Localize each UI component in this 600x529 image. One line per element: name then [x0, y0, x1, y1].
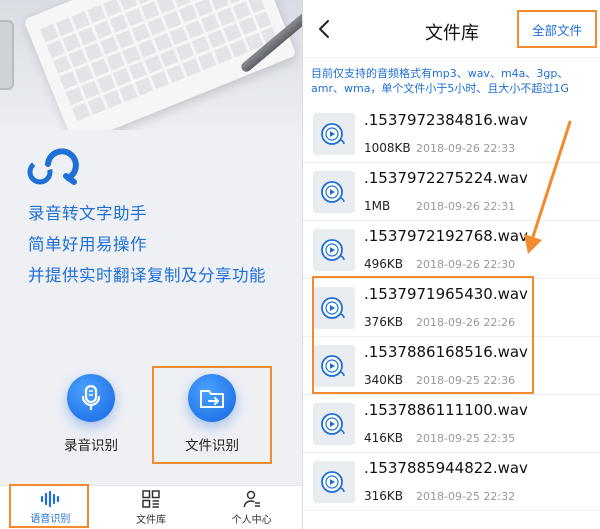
- tab-personal-center[interactable]: 个人中心: [201, 486, 302, 529]
- file-time: 2018-09-25 22:35: [416, 432, 516, 445]
- file-size: 1MB: [364, 199, 391, 213]
- file-time: 2018-09-26 22:31: [416, 200, 516, 213]
- file-name: .1537972275224.wav: [364, 169, 528, 187]
- annotation-arrow-icon: [524, 120, 572, 254]
- file-time: 2018-09-26 22:33: [416, 142, 516, 155]
- tab-file-library[interactable]: 文件库: [101, 486, 202, 529]
- format-notice: 目前仅支持的音频格式有mp3、wav、m4a、3gp、amr、wma，单个文件小…: [311, 67, 569, 95]
- highlight-box-voice-tab: [9, 484, 89, 528]
- all-files-button[interactable]: 全部文件: [517, 10, 597, 48]
- slogan-line-3: 并提供实时翻译复制及分享功能: [28, 266, 266, 285]
- highlight-box-files: [312, 276, 534, 394]
- file-recognition-label: 文件识别: [185, 438, 239, 454]
- navigation-bar: 文件库 全部文件: [303, 0, 600, 58]
- audio-file-icon: [313, 113, 355, 155]
- header-photo: [0, 0, 302, 130]
- home-screen: 录音转文字助手 简单好用易操作 并提供实时翻译复制及分享功能 录音识别 文件识别: [0, 0, 302, 529]
- file-row[interactable]: .1537886111100.wav 416KB 2018-09-25 22:35: [303, 395, 600, 453]
- file-recognition-button[interactable]: 文件识别: [152, 366, 272, 464]
- folder-arrow-icon: [188, 374, 236, 422]
- slogan-line-2: 简单好用易操作: [28, 235, 147, 254]
- tab-file-library-label: 文件库: [136, 514, 166, 526]
- audio-file-icon: [313, 171, 355, 213]
- file-name: .1537972384816.wav: [364, 111, 528, 129]
- grid-icon: [142, 489, 160, 508]
- file-name: .1537885944822.wav: [364, 459, 528, 477]
- audio-file-icon: [313, 461, 355, 503]
- app-logo-icon: [27, 148, 79, 185]
- audio-file-icon: [313, 403, 355, 445]
- file-size: 496KB: [364, 257, 404, 271]
- phone-image: [0, 20, 14, 90]
- file-name: .1537886111100.wav: [364, 401, 528, 419]
- audio-file-icon: [313, 229, 355, 271]
- record-recognition-button[interactable]: 录音识别: [56, 374, 126, 454]
- file-time: 2018-09-26 22:30: [416, 258, 516, 271]
- file-size: 416KB: [364, 431, 404, 445]
- file-name: .1537972192768.wav: [364, 227, 528, 245]
- file-size: 316KB: [364, 489, 404, 503]
- record-recognition-label: 录音识别: [64, 438, 118, 454]
- file-time: 2018-09-25 22:32: [416, 490, 516, 503]
- microphone-icon: [67, 374, 115, 422]
- tab-personal-center-label: 个人中心: [231, 514, 272, 526]
- person-icon: [243, 490, 260, 507]
- slogan-line-1: 录音转文字助手: [28, 204, 147, 223]
- file-row[interactable]: .1537885944822.wav 316KB 2018-09-25 22:32: [303, 453, 600, 511]
- file-library-screen: 文件库 全部文件 目前仅支持的音频格式有mp3、wav、m4a、3gp、amr、…: [302, 0, 600, 529]
- file-size: 1008KB: [364, 141, 411, 155]
